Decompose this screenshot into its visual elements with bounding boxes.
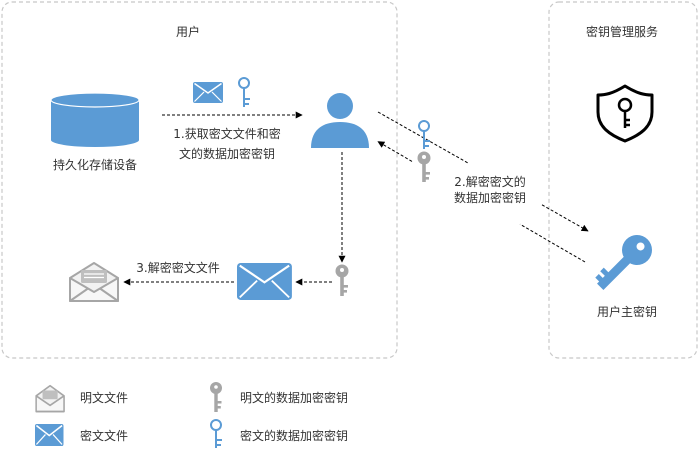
step1-label-line1: 1.获取密文文件和密 <box>173 126 280 141</box>
legend: 明文文件 明文的数据加密密钥 密文文件 密文的数据加密密钥 <box>35 382 348 448</box>
step2-label-line1: 2.解密密文的 <box>454 174 525 189</box>
envelope-open-icon <box>69 262 119 302</box>
legend-ciphertext-key-icon <box>210 419 222 448</box>
return-arrow-segment-b <box>377 141 413 162</box>
legend-ciphertext-file: 密文文件 <box>80 428 128 443</box>
storage-label: 持久化存储设备 <box>53 157 137 172</box>
envelope-closed-icon <box>237 263 292 300</box>
envelope-closed-icon <box>193 82 223 103</box>
legend-plaintext-file: 明文文件 <box>80 390 128 405</box>
ciphertext-key-icon <box>238 77 250 107</box>
master-key-icon <box>595 235 652 290</box>
ciphertext-key-icon <box>418 120 430 149</box>
plaintext-key-icon <box>417 151 431 182</box>
step3-label: 3.解密密文文件 <box>136 260 219 275</box>
return-arrow-segment-a <box>519 223 586 263</box>
legend-ciphertext-dek: 密文的数据加密密钥 <box>240 428 348 443</box>
kms-zone-label: 密钥管理服务 <box>586 24 658 39</box>
legend-plaintext-dek: 明文的数据加密密钥 <box>240 390 348 405</box>
legend-envelope-open-icon <box>35 384 65 413</box>
plaintext-key-icon <box>335 264 349 296</box>
step1-label-line2: 文的数据加密密钥 <box>179 146 275 161</box>
user-zone <box>1 1 398 359</box>
kms-decryption-diagram: 用户 密钥管理服务 持久化存储设备 1.获取密文文件和密 文的数据加密密钥 2.… <box>1 1 698 448</box>
user-zone-label: 用户 <box>176 24 200 39</box>
user-icon <box>311 93 369 148</box>
step2-label-line2: 数据加密密钥 <box>454 190 526 205</box>
database-icon <box>50 92 140 147</box>
master-key-label: 用户主密钥 <box>597 304 657 319</box>
shield-key-icon <box>596 84 654 143</box>
legend-envelope-closed-icon <box>35 424 64 447</box>
legend-plaintext-key-icon <box>210 382 222 412</box>
